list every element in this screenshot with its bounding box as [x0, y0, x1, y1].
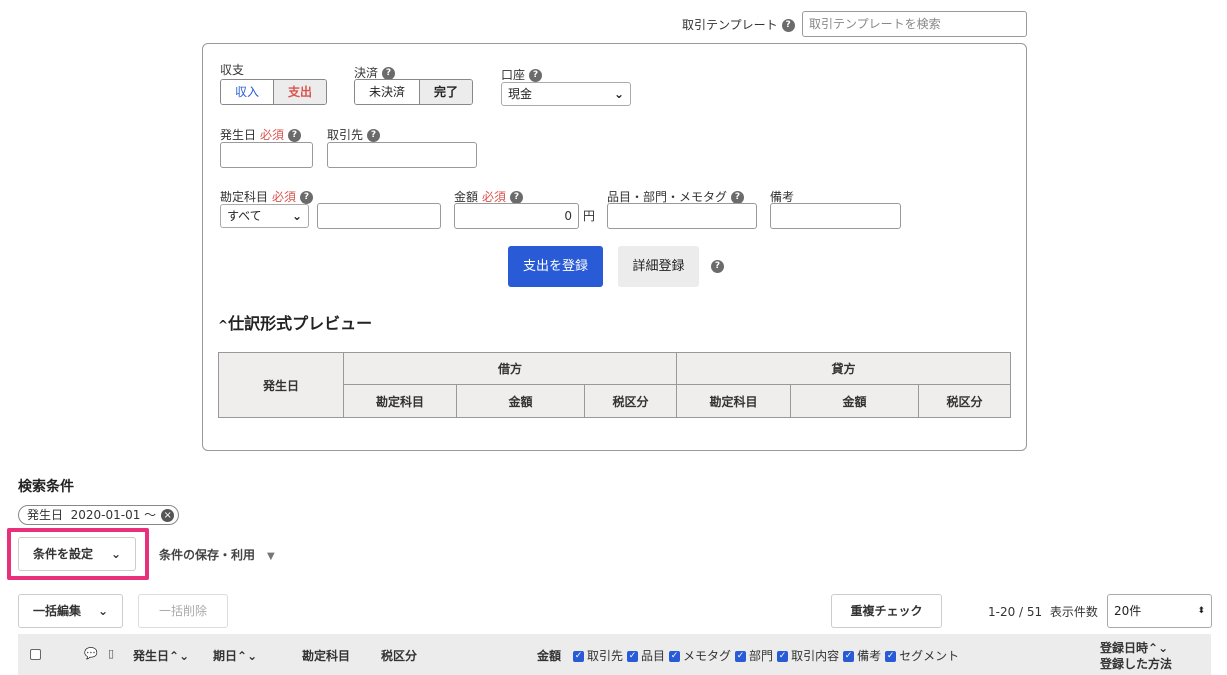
col-due[interactable]: 期日⌃⌄ — [213, 647, 257, 664]
toggle-memo[interactable]: 備考 — [857, 649, 881, 663]
help-icon[interactable]: ? — [781, 19, 795, 32]
settled-option[interactable]: 完了 — [419, 80, 473, 104]
remove-filter-icon[interactable]: × — [161, 509, 175, 522]
help-icon[interactable]: ? — [529, 69, 543, 82]
toggle-segment[interactable]: セグメント — [899, 649, 959, 663]
column-toggles: ✓ 取引先 ✓ 品目 ✓ メモタグ ✓ 部門 ✓ 取引内容 ✓ 備考 ✓ セグメント — [573, 647, 963, 664]
income-option[interactable]: 収入 — [221, 80, 274, 104]
income-expense-toggle: 収入 支出 — [220, 79, 328, 105]
col-date[interactable]: 発生日⌃⌄ — [133, 647, 189, 664]
pagination-info: 1-20 / 51 表示件数 — [988, 605, 1098, 619]
help-icon[interactable]: ? — [367, 129, 381, 142]
toggle-partner[interactable]: 取引先 — [587, 649, 623, 663]
col-tax: 税区分 — [381, 649, 418, 663]
account-select[interactable]: 現金 ⌄ — [501, 82, 631, 106]
settlement-toggle: 未決済 完了 — [354, 79, 474, 105]
partner-input[interactable] — [327, 142, 477, 168]
preview-sub-header: 金額 — [456, 384, 585, 418]
caret-down-icon: ▼ — [267, 551, 275, 562]
account-item-input[interactable] — [317, 203, 441, 229]
item-tags-input[interactable] — [607, 203, 757, 229]
check-icon[interactable]: ✓ — [573, 651, 584, 662]
preview-debit-header: 借方 — [343, 352, 677, 385]
sort-icon[interactable]: ⌃⌄ — [169, 649, 189, 663]
preview-sub-header: 金額 — [790, 384, 919, 418]
toggle-description[interactable]: 取引内容 — [791, 649, 839, 663]
help-icon[interactable]: ? — [300, 191, 314, 204]
date-filter-chip: 発生日 2020-01-01 〜 × — [18, 505, 180, 525]
date-label: 発生日 必須? — [220, 126, 302, 143]
amount-unit: 円 — [583, 209, 596, 223]
col-amount: 金額 — [537, 649, 562, 663]
check-icon[interactable]: ✓ — [627, 651, 639, 662]
highlight-box — [7, 528, 149, 580]
check-icon[interactable]: ✓ — [843, 651, 855, 662]
journal-preview-table: 発生日 借方 貸方 勘定科目 金額 税区分 勘定科目 金額 税区分 — [218, 352, 1011, 418]
select-all-checkbox[interactable] — [30, 649, 41, 660]
chevron-down-icon: ⌄ — [97, 604, 108, 618]
date-input[interactable] — [220, 142, 313, 168]
memo-input[interactable] — [770, 203, 901, 229]
preview-sub-header: 勘定科目 — [343, 384, 457, 418]
expense-option[interactable]: 支出 — [273, 80, 327, 104]
duplicate-check-button[interactable]: 重複チェック — [831, 594, 942, 628]
preview-sub-header: 税区分 — [584, 384, 677, 418]
toggle-department[interactable]: 部門 — [749, 649, 773, 663]
register-expense-button[interactable]: 支出を登録 — [508, 246, 603, 287]
amount-input[interactable]: 0 — [454, 203, 579, 229]
chevron-down-icon: ⌄ — [613, 87, 624, 101]
col-registered-at[interactable]: 登録日時⌃⌄ — [1100, 639, 1168, 656]
template-label: 取引テンプレート? — [682, 16, 795, 33]
chevron-up-icon: ^ — [218, 318, 229, 332]
comment-icon: 💬 — [84, 647, 98, 660]
account-item-filter-select[interactable]: すべて ⌄ — [220, 204, 309, 228]
template-search-input[interactable]: 取引テンプレートを検索 — [802, 11, 1027, 37]
sort-icon[interactable]: ⌃⌄ — [237, 649, 257, 663]
preview-date-header: 発生日 — [218, 352, 344, 418]
search-conditions-title: 検索条件 — [18, 479, 74, 495]
income-expense-label: 収支 — [220, 63, 245, 77]
detail-register-button[interactable]: 詳細登録 — [618, 246, 699, 287]
preview-sub-header: 勘定科目 — [676, 384, 791, 418]
account-item-label: 勘定科目 必須? — [220, 188, 314, 205]
unsettled-option[interactable]: 未決済 — [355, 80, 420, 104]
sort-arrows-icon: ⬍ — [1197, 606, 1205, 616]
check-icon[interactable]: ✓ — [885, 651, 897, 662]
preview-toggle[interactable]: ^仕訳形式プレビュー — [218, 310, 372, 334]
preview-credit-header: 貸方 — [676, 352, 1011, 385]
check-icon[interactable]: ✓ — [669, 651, 681, 662]
save-use-conditions-dropdown[interactable]: 条件の保存・利用 ▼ — [159, 546, 275, 563]
check-icon[interactable]: ✓ — [777, 651, 789, 662]
account-label: 口座? — [501, 66, 543, 83]
col-registered-method: 登録した方法 — [1100, 657, 1173, 671]
toggle-memo-tag[interactable]: メモタグ — [683, 649, 731, 663]
toggle-item[interactable]: 品目 — [641, 649, 665, 663]
preview-sub-header: 税区分 — [918, 384, 1011, 418]
partner-label: 取引先? — [327, 126, 381, 143]
col-account-item: 勘定科目 — [302, 649, 351, 663]
bulk-edit-button[interactable]: 一括編集 ⌄ — [18, 594, 123, 628]
document-icon: ▯ — [108, 647, 115, 660]
chevron-down-icon: ⌄ — [291, 209, 302, 223]
sort-icon[interactable]: ⌃⌄ — [1148, 641, 1168, 655]
help-icon[interactable]: ? — [288, 129, 302, 142]
check-icon[interactable]: ✓ — [735, 651, 747, 662]
per-page-select[interactable]: 20件 ⬍ — [1107, 594, 1212, 628]
bulk-delete-button[interactable]: 一括削除 — [138, 594, 228, 628]
help-icon[interactable]: ? — [711, 260, 724, 273]
